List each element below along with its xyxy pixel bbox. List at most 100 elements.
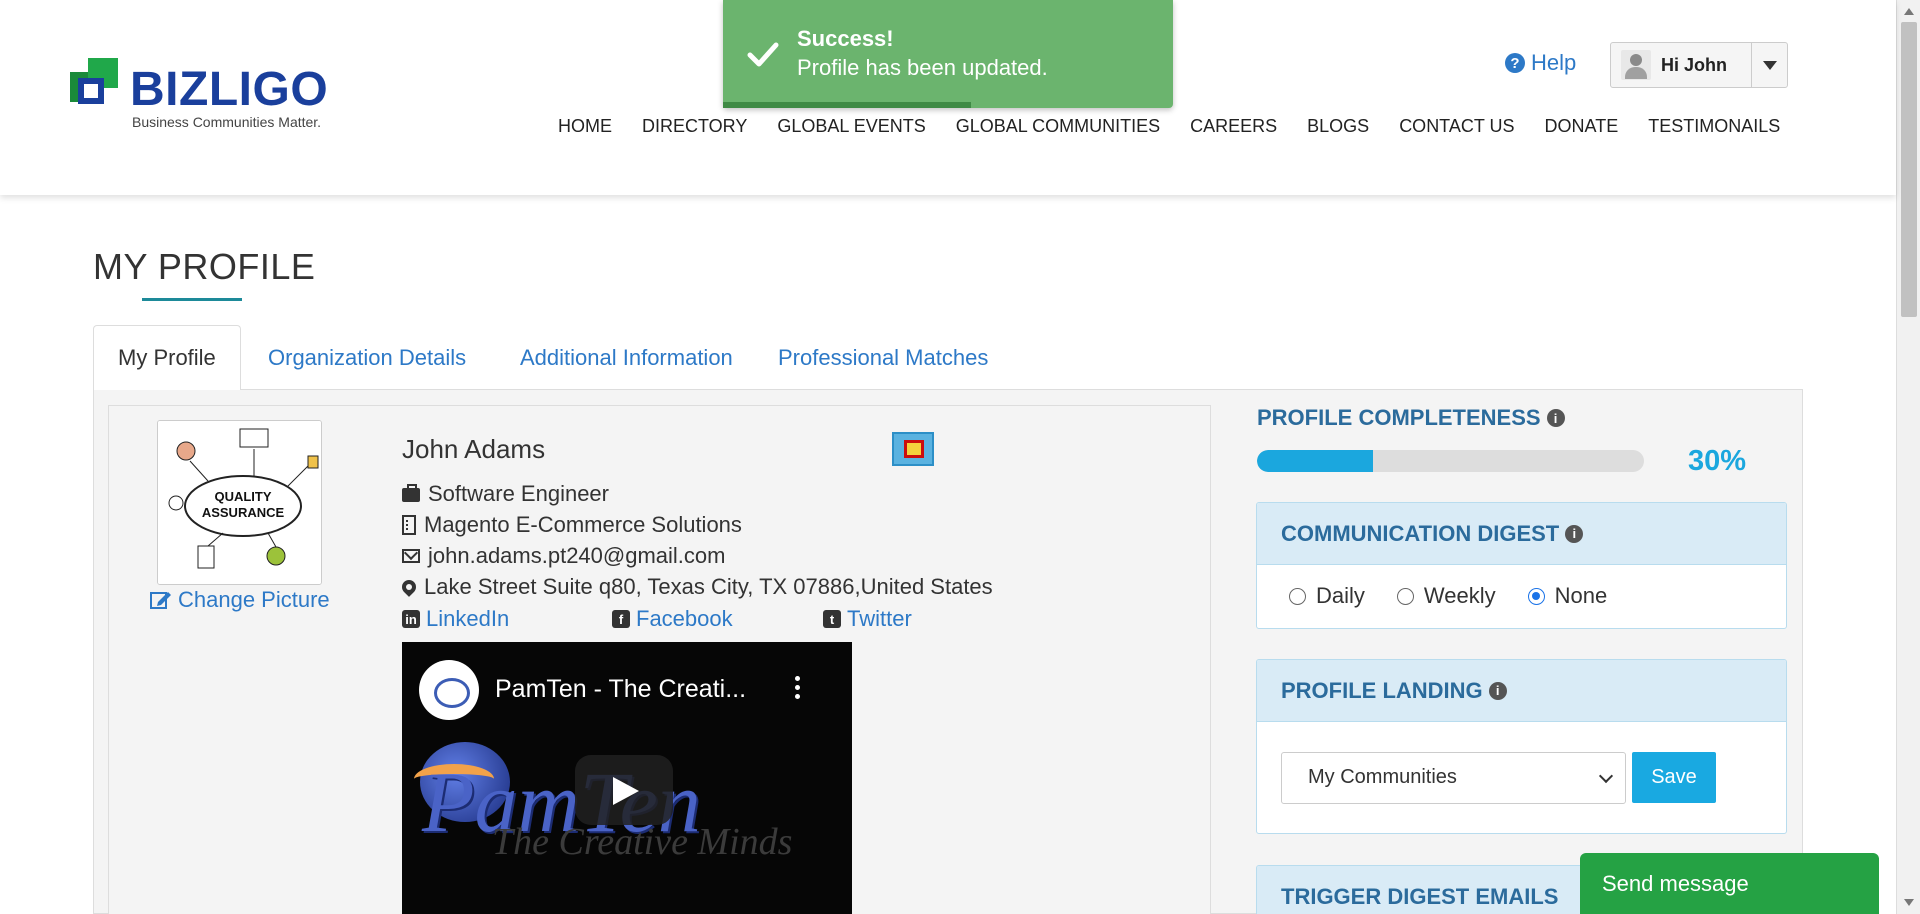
tab-my-profile[interactable]: My Profile	[93, 325, 241, 391]
radio-daily[interactable]	[1289, 587, 1306, 605]
completeness-title: PROFILE COMPLETENESS i	[1257, 405, 1565, 431]
logo-wordmark: BIZLIGO	[130, 63, 329, 116]
page-title: MY PROFILE	[93, 246, 316, 287]
video-tagline: The Creative Minds	[492, 821, 793, 863]
user-menu-toggle[interactable]	[1751, 43, 1787, 87]
user-avatar	[1621, 50, 1651, 80]
completeness-label: PROFILE COMPLETENESS	[1257, 405, 1541, 430]
job-title-row: Software Engineer	[402, 481, 609, 507]
map-marker-icon	[399, 577, 419, 597]
scroll-down-arrow-icon[interactable]	[1904, 899, 1914, 906]
info-icon[interactable]: i	[1546, 409, 1565, 427]
completeness-percent: 30%	[1688, 445, 1747, 477]
tab-organization-details[interactable]: Organization Details	[244, 325, 490, 391]
communication-digest-header: COMMUNICATION DIGEST i	[1257, 503, 1786, 565]
play-button-icon[interactable]	[575, 755, 673, 825]
quality-assurance-image: QUALITY ASSURANCE	[158, 421, 321, 584]
scroll-up-arrow-icon[interactable]	[1904, 8, 1914, 15]
logo-tagline: Business Communities Matter.	[132, 114, 322, 130]
profile-picture: QUALITY ASSURANCE	[157, 420, 322, 585]
help-link[interactable]: ? Help	[1505, 50, 1576, 76]
company-name: Magento E-Commerce Solutions	[424, 512, 742, 537]
user-menu-dropdown[interactable]: Hi John	[1610, 42, 1788, 88]
nav-global-communities[interactable]: GLOBAL COMMUNITIES	[956, 116, 1160, 137]
radio-none-label: None	[1554, 583, 1608, 608]
chevron-down-icon	[1598, 768, 1614, 783]
video-title[interactable]: PamTen - The Creati...	[495, 675, 746, 704]
completeness-progress-fill	[1257, 450, 1374, 472]
profile-landing-title: PROFILE LANDING	[1281, 677, 1483, 703]
linkedin-link[interactable]: in LinkedIn	[402, 606, 509, 632]
email-address: john.adams.pt240@gmail.com	[428, 543, 726, 568]
linkedin-icon: in	[402, 610, 420, 628]
scrollbar-thumb[interactable]	[1901, 22, 1917, 317]
more-options-icon[interactable]	[795, 676, 801, 704]
email-row: john.adams.pt240@gmail.com	[402, 543, 725, 569]
trigger-digest-title: TRIGGER DIGEST EMAILS	[1281, 883, 1559, 909]
digest-option-none[interactable]: None	[1527, 583, 1608, 609]
tab-additional-information[interactable]: Additional Information	[496, 325, 757, 391]
nav-global-events[interactable]: GLOBAL EVENTS	[777, 116, 925, 137]
help-label: Help	[1531, 50, 1577, 75]
nav-directory[interactable]: DIRECTORY	[642, 116, 747, 137]
nav-contact-us[interactable]: CONTACT US	[1399, 116, 1514, 137]
toast-message: Profile has been updated.	[797, 55, 1048, 80]
profile-landing-header: PROFILE LANDING i	[1257, 660, 1786, 722]
main-nav: HOME DIRECTORY GLOBAL EVENTS GLOBAL COMM…	[558, 116, 1780, 137]
address: Lake Street Suite q80, Texas City, TX 07…	[424, 574, 993, 599]
edit-profile-button[interactable]	[892, 432, 934, 466]
profile-tabs: My Profile Organization Details Addition…	[93, 325, 1803, 391]
send-message-button[interactable]: Send message	[1580, 853, 1879, 914]
facebook-link[interactable]: f Facebook	[612, 606, 733, 632]
svg-text:QUALITY: QUALITY	[214, 489, 271, 504]
communication-digest-title: COMMUNICATION DIGEST	[1281, 520, 1560, 546]
profile-landing-controls: My Communities Save	[1257, 722, 1786, 833]
channel-logo-icon[interactable]	[419, 660, 479, 720]
digest-options: Daily Weekly None	[1257, 565, 1786, 627]
page: BIZLIGO Business Communities Matter. ? H…	[0, 0, 1920, 914]
bizligo-logo[interactable]: BIZLIGO Business Communities Matter.	[70, 58, 340, 138]
twitter-icon: t	[823, 610, 841, 628]
change-picture-label: Change Picture	[178, 587, 330, 612]
save-button[interactable]: Save	[1632, 752, 1716, 803]
company-row: Magento E-Commerce Solutions	[402, 512, 742, 538]
edit-icon	[150, 592, 171, 609]
success-toast[interactable]: Success! Profile has been updated.	[723, 0, 1173, 108]
twitter-link[interactable]: t Twitter	[823, 606, 912, 632]
nav-donate[interactable]: DONATE	[1545, 116, 1619, 137]
linkedin-label: LinkedIn	[426, 606, 510, 631]
user-greeting: Hi John	[1661, 54, 1727, 75]
communication-digest-panel: COMMUNICATION DIGEST i Daily Weekly None	[1256, 502, 1787, 629]
digest-option-daily[interactable]: Daily	[1289, 583, 1365, 609]
digest-option-weekly[interactable]: Weekly	[1396, 583, 1496, 609]
job-title: Software Engineer	[428, 481, 609, 506]
change-picture-link[interactable]: Change Picture	[150, 587, 330, 613]
nav-testimonials[interactable]: TESTIMONAILS	[1648, 116, 1780, 137]
tab-professional-matches[interactable]: Professional Matches	[754, 325, 1012, 391]
info-icon[interactable]: i	[1488, 681, 1507, 700]
youtube-video-embed[interactable]: PamTen The Creative Minds PamTen - The C…	[402, 642, 852, 914]
profile-landing-select[interactable]: My Communities	[1281, 751, 1626, 804]
twitter-label: Twitter	[847, 606, 912, 631]
title-underline	[142, 298, 242, 301]
radio-daily-label: Daily	[1316, 583, 1365, 608]
address-row: Lake Street Suite q80, Texas City, TX 07…	[399, 574, 993, 600]
question-circle-icon: ?	[1505, 53, 1525, 73]
facebook-icon: f	[612, 610, 630, 628]
nav-careers[interactable]: CAREERS	[1190, 116, 1277, 137]
profile-landing-panel: PROFILE LANDING i My Communities Save	[1256, 659, 1787, 834]
envelope-icon	[402, 549, 420, 563]
caret-down-icon	[1762, 60, 1777, 70]
radio-weekly-label: Weekly	[1423, 583, 1496, 608]
svg-text:ASSURANCE: ASSURANCE	[202, 505, 285, 520]
nav-home[interactable]: HOME	[558, 116, 612, 137]
info-icon[interactable]: i	[1565, 524, 1584, 543]
nav-blogs[interactable]: BLOGS	[1307, 116, 1369, 137]
radio-none[interactable]	[1527, 587, 1545, 605]
vertical-scrollbar[interactable]	[1896, 0, 1920, 914]
radio-weekly[interactable]	[1396, 587, 1414, 605]
toast-title: Success!	[797, 26, 894, 51]
logo-mark-icon	[70, 58, 118, 104]
check-icon	[747, 42, 779, 67]
completeness-progress-bar	[1257, 450, 1644, 472]
